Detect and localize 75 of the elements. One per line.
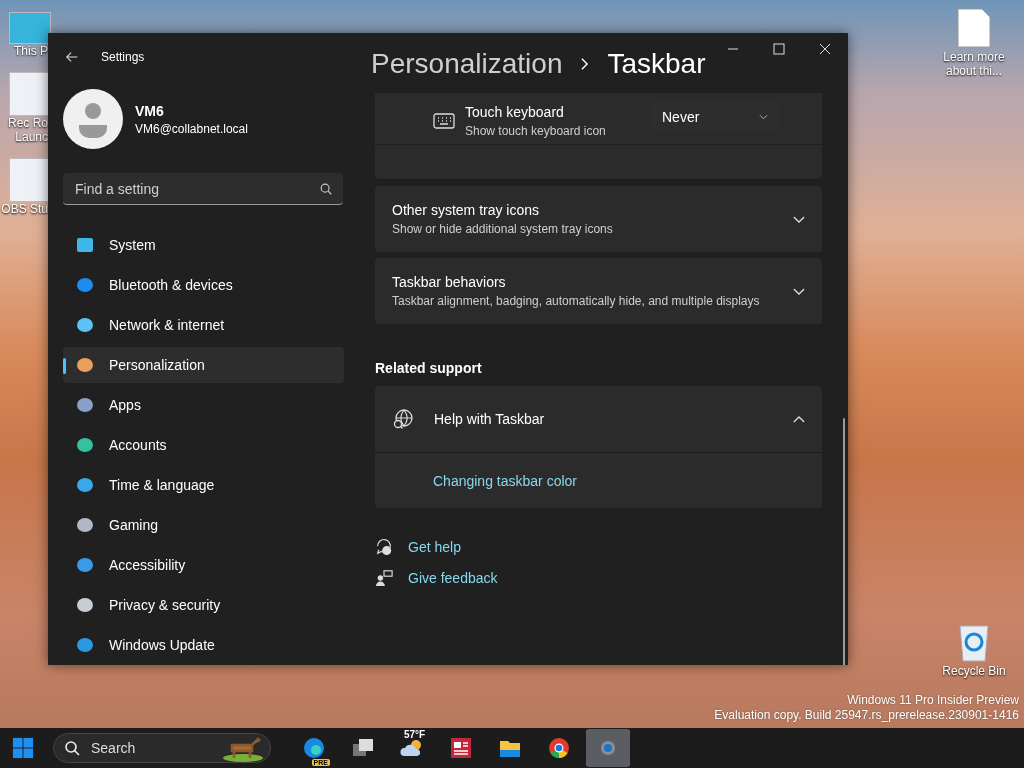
footer-link[interactable]: Get help [408,539,461,555]
nav-icon [75,595,95,615]
expander-header[interactable]: Help with Taskbar [375,386,822,453]
nav-item[interactable]: Network & internet [63,307,344,343]
desktop-icon-label: Rec Ro Launc [7,116,48,144]
desktop-shortcut-icon[interactable] [9,12,51,44]
back-arrow-icon[interactable] [65,50,79,64]
chrome-logo-icon [547,736,571,760]
recycle-bin-icon[interactable] [957,622,991,662]
nav-icon [75,475,95,495]
avatar-icon [63,89,123,149]
nav-item[interactable]: Time & language [63,467,344,503]
nav-icon [75,515,95,535]
desktop-shortcut-icon[interactable] [9,158,51,202]
setting-title: Taskbar behaviors [392,274,507,290]
desktop-icon-label: Recycle Bin [942,664,1006,678]
desktop-icon-label: This P [13,44,48,58]
news-app-icon [449,736,473,760]
search-icon [64,740,80,756]
chevron-down-icon [793,215,805,223]
search-icon [319,181,333,196]
nav-item[interactable]: Accessibility [63,547,344,583]
nav-icon [75,435,95,455]
chevron-down-icon [759,113,768,120]
settings-search-bar[interactable]: Find a setting [63,173,343,205]
nav-icon [75,315,95,335]
user-email: VM6@collabnet.local [135,121,248,136]
nav-item[interactable]: Personalization [63,347,344,383]
nav-icon [75,235,95,255]
watermark-text: Windows 11 Pro Insider Preview Evaluation copy. Build 25947.rs_prerelease.230901-1416 [714,693,1019,723]
nav-icon [75,395,95,415]
setting-description: Show or hide additional system tray icons [392,222,613,236]
chevron-right-icon [580,57,590,71]
scrollbar-thumb[interactable] [843,418,845,665]
nav-item[interactable]: Privacy & security [63,587,344,623]
nav-item[interactable]: Accounts [63,427,344,463]
nav-icon [75,275,95,295]
setting-description: Taskbar alignment, badging, automatically hide, and multiple displays [392,294,760,308]
taskbar-search-input[interactable]: Search [89,739,220,757]
edge-logo-icon [302,736,326,760]
nav-item[interactable]: Apps [63,387,344,423]
nav-item[interactable]: Gaming [63,507,344,543]
taskbar-search-field[interactable]: Search [53,733,271,763]
chevron-up-icon [793,415,805,423]
globe-search-icon [392,408,414,430]
settings-search-input[interactable]: Find a setting [73,179,319,198]
feedback-icon [375,569,393,587]
setting-title: Other system tray icons [392,202,541,218]
section-heading: Related support [375,360,483,376]
nav-icon [75,555,95,575]
nav-item[interactable]: System [63,227,344,263]
keyboard-icon [433,112,455,129]
footer-link[interactable]: Give feedback [408,570,498,586]
desktop-shortcut-icon[interactable] [9,72,51,116]
document-icon[interactable] [957,8,991,48]
window-title: Settings [101,50,145,64]
temperature-text: 57°F [404,729,426,740]
desktop-icon-label: Learn more about thi... [943,50,1005,78]
expander-card[interactable]: Taskbar behaviors Taskbar alignment, badging, automatically hide, and multiple displays [375,258,822,324]
setting-title: Touch keyboard [465,103,565,120]
breadcrumb-link[interactable]: Personalization [371,48,563,80]
setting-description: Show touch keyboard icon [465,123,607,138]
nav-icon [75,355,95,375]
chevron-down-icon [793,287,805,295]
page-title: Taskbar [607,48,706,80]
taskbar-app-button[interactable]: 57°F [390,729,434,767]
nav-icon [75,635,95,655]
user-name: VM6 [135,102,165,119]
desktop-icon-label: OBS Stu [0,202,48,216]
nav-item[interactable]: Windows Update [63,627,344,663]
nav-item[interactable]: Bluetooth & devices [63,267,344,303]
expander-card[interactable]: Other system tray icons Show or hide additional system tray icons [375,186,822,252]
help-link[interactable]: Changing taskbar color [433,472,577,489]
windows-logo-icon[interactable] [12,737,34,759]
help-chat-icon [375,538,393,556]
